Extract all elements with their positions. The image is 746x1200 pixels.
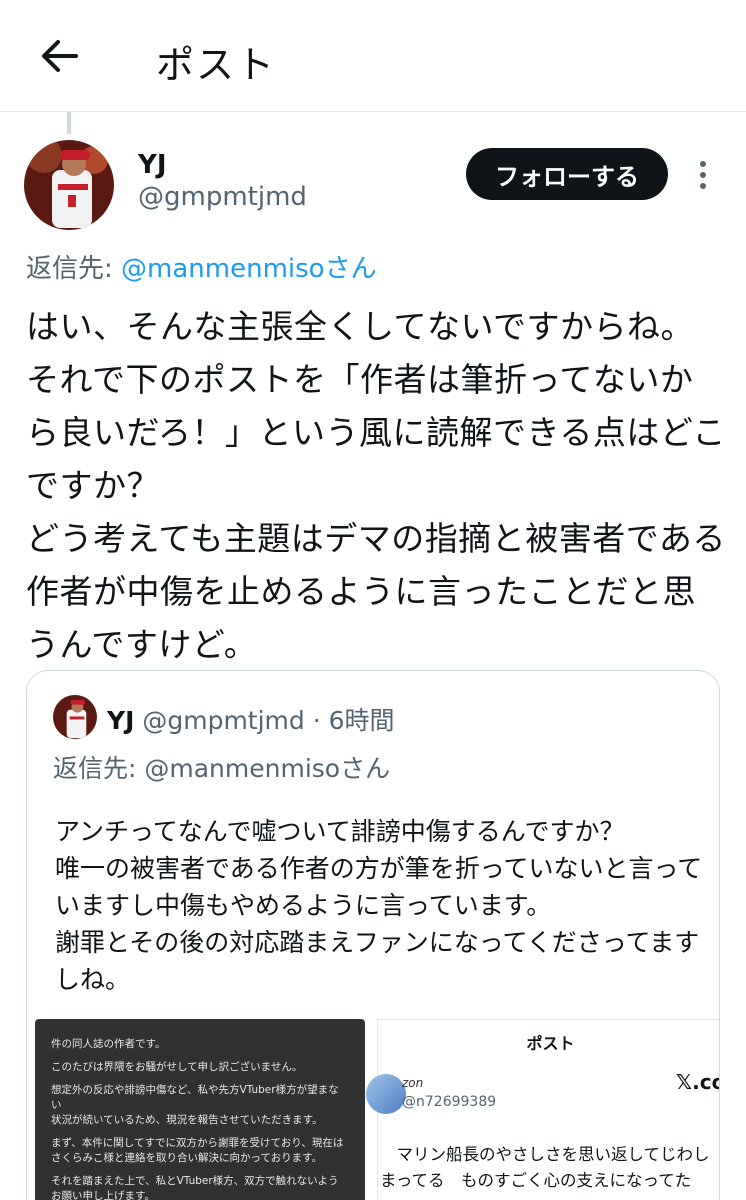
avatar-photo xyxy=(24,140,114,230)
screenshot-handle: @n72699389 xyxy=(402,1094,497,1110)
avatar[interactable] xyxy=(24,140,114,230)
screenshot-avatar xyxy=(366,1074,406,1114)
quoted-avatar xyxy=(53,695,97,739)
user-handle[interactable]: @gmpmtjmd xyxy=(138,182,307,212)
quoted-reply-to: 返信先: @manmenmisoさん xyxy=(53,754,391,783)
quoted-text: アンチってなんで嘘ついて誹謗中傷するんですか？ 唯一の被害者である作者の方が筆を… xyxy=(55,817,703,994)
attached-image-statement[interactable]: 件の同人誌の作者です。 このたびは界隈をお騒がせして申し訳ございません。 想定外… xyxy=(35,1019,365,1200)
screenshot-text: マリン船長のやさしさを思い返してじわし まってる ものすごく心の支えになってた xyxy=(380,1145,710,1190)
statement-line: 件の同人誌の作者です。 xyxy=(51,1038,166,1050)
attached-image-screenshot[interactable]: ポスト zon @n72699389 𝕏.co マリン船長のやさしさを思い返して… xyxy=(366,1019,719,1200)
reply-to-label: 返信先: xyxy=(26,254,122,284)
display-name[interactable]: YJ xyxy=(138,150,167,180)
reply-mention-link[interactable]: @manmenmisoさん xyxy=(121,254,377,284)
arrow-left-icon xyxy=(42,40,78,72)
statement-line: このたびは界隈をお騒がせして申し訳ございません。 xyxy=(51,1061,303,1073)
more-button[interactable] xyxy=(690,158,716,192)
post-text: はい、そんな主張全くしてないですからね。 それで下のポストを「作者は筆折ってない… xyxy=(26,307,726,664)
screenshot-title: ポスト xyxy=(526,1034,575,1053)
statement-line: それを踏まえた上で、私とVTuber様方、双方で触れないよう お願い申し上げます… xyxy=(51,1175,339,1200)
screenshot-name: zon xyxy=(402,1076,424,1090)
x-logo: 𝕏.co xyxy=(676,1070,719,1094)
page-title: ポスト xyxy=(156,43,277,87)
quoted-display-name: YJ xyxy=(107,706,135,735)
statement-line: まず、本件に関してすでに双方から謝罪を受けており、現在は さくらみこ様と連絡を取… xyxy=(51,1137,344,1164)
back-button[interactable] xyxy=(36,32,84,80)
thread-connector xyxy=(67,112,71,134)
top-bar: ポスト xyxy=(0,0,746,112)
reply-to-line: 返信先: @manmenmisoさん xyxy=(26,248,377,285)
quoted-handle-time: @gmpmtjmd · 6時間 xyxy=(134,706,395,735)
quoted-header: YJ @gmpmtjmd · 6時間 xyxy=(107,701,395,737)
more-vertical-icon xyxy=(700,161,706,189)
statement-line: 想定外の反応や誹謗中傷など、私や先方VTuber様方が望まない 状況が続いている… xyxy=(51,1084,339,1126)
quoted-post[interactable]: YJ @gmpmtjmd · 6時間 返信先: @manmenmisoさん アン… xyxy=(26,670,720,1200)
follow-button[interactable]: フォローする xyxy=(466,148,668,200)
